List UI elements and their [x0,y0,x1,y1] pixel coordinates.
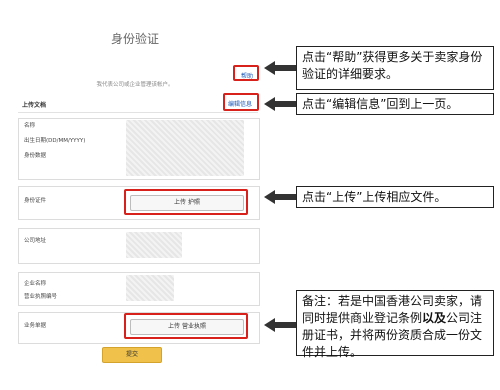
redacted-company-info [126,275,174,301]
field-label-birthdate: 出生日期(DD/MM/YYYY) [24,138,86,144]
note-text-bold: 以及 [422,311,447,325]
arrow-shaft-edit [274,101,296,107]
page-subtitle: 我代表公司或企业管理该帐户。 [96,82,174,88]
field-label-name: 名称 [24,123,36,129]
field-label-license-number: 营业执照编号 [24,294,58,300]
divider [18,112,258,113]
edit-highlight [223,93,259,111]
submit-button[interactable]: 提交 [102,347,162,363]
arrow-upload-icon [264,190,275,204]
help-highlight [233,65,259,81]
arrow-shaft-note [274,322,296,328]
field-label-business-document: 业务单据 [24,323,47,329]
arrow-edit-icon [264,97,275,111]
redacted-personal-data [126,120,244,176]
callout-note: 备注：若是中国香港公司卖家，请同时提供商业登记条例以及公司注册证书，并将两份资质… [296,290,494,359]
arrow-shaft-upload [274,194,296,200]
callout-help: 点击“帮助”获得更多关于卖家身份验证的详细要求。 [296,46,494,90]
field-label-company-address: 公司地址 [24,238,47,244]
arrow-help-icon [264,61,275,75]
arrow-shaft-help [274,65,296,71]
callout-edit: 点击“编辑信息”回到上一页。 [296,93,494,115]
field-label-id-document: 身份证件 [24,198,47,204]
field-label-identity: 身份数据 [24,153,47,159]
upload-passport-highlight [124,189,248,215]
field-label-company-name: 企业名称 [24,281,47,287]
redacted-address [126,232,182,258]
page-title: 身份验证 [110,32,159,46]
upload-license-highlight [124,313,248,339]
section-label: 上传文档 [22,102,47,109]
callout-upload: 点击“上传”上传相应文件。 [296,186,494,208]
arrow-note-icon [264,318,275,332]
